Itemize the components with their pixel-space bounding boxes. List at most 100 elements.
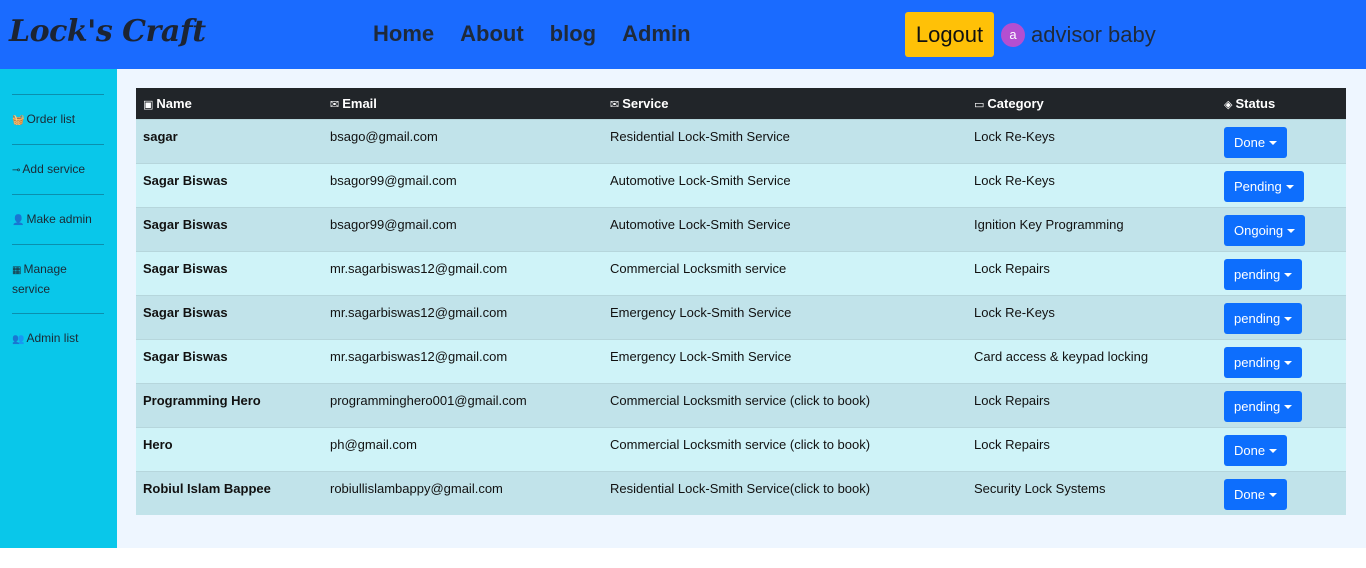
name-cell: Sagar Biswas bbox=[136, 162, 323, 207]
main-nav: Home About blog Admin bbox=[373, 21, 717, 47]
sidebar-item-label: Order list bbox=[26, 112, 76, 126]
category-icon: ▭ bbox=[974, 98, 985, 111]
manage-icon: ▦ bbox=[12, 265, 22, 276]
status-cell: pending bbox=[1217, 338, 1346, 383]
service-cell: Commercial Locksmith service (click to b… bbox=[603, 426, 967, 471]
col-category-header: ▭ Category bbox=[967, 88, 1217, 119]
status-label: Done bbox=[1234, 134, 1266, 150]
chevron-down-icon bbox=[1284, 361, 1293, 366]
status-label: Ongoing bbox=[1234, 222, 1284, 238]
name-cell: Sagar Biswas bbox=[136, 294, 323, 339]
status-icon: ◈ bbox=[1224, 98, 1233, 111]
basket-icon: 🧺 bbox=[12, 115, 25, 126]
category-cell: Lock Re-Keys bbox=[967, 162, 1217, 207]
service-cell: Automotive Lock-Smith Service bbox=[603, 206, 967, 251]
status-label: pending bbox=[1234, 266, 1281, 282]
sidebar-item-label: Make admin bbox=[26, 212, 92, 226]
nav-home-link[interactable]: Home bbox=[373, 21, 434, 47]
status-cell: pending bbox=[1217, 382, 1346, 427]
col-name-header: ▣ Name bbox=[136, 88, 323, 119]
service-cell: Residential Lock-Smith Service bbox=[603, 118, 967, 163]
chevron-down-icon bbox=[1284, 317, 1293, 322]
col-category-label: Category bbox=[987, 95, 1044, 111]
chevron-down-icon bbox=[1269, 141, 1278, 146]
status-cell: Ongoing bbox=[1217, 206, 1346, 251]
status-dropdown-button[interactable]: Done bbox=[1224, 478, 1288, 510]
status-cell: Done bbox=[1217, 118, 1346, 163]
sidebar: 🧺 Order list ⊸ Add service 👤 Make admin ▦ Manag… bbox=[0, 69, 117, 548]
chevron-down-icon bbox=[1287, 229, 1296, 234]
col-service-label: Service bbox=[622, 95, 669, 111]
table-row: Hero ph@gmail.com Commercial Locksmith ser… bbox=[136, 426, 1346, 471]
status-dropdown-button[interactable]: Pending bbox=[1224, 170, 1304, 202]
name-cell: Sagar Biswas bbox=[136, 338, 323, 383]
user-name: advisor baby bbox=[1031, 22, 1156, 47]
status-cell: Pending bbox=[1217, 162, 1346, 207]
service-cell: Commercial Locksmith service bbox=[603, 250, 967, 295]
status-label: pending bbox=[1234, 354, 1281, 370]
sidebar-item-make-admin[interactable]: 👤 Make admin bbox=[12, 194, 104, 244]
email-cell: bsagor99@gmail.com bbox=[323, 206, 603, 251]
col-status-header: ◈ Status bbox=[1217, 88, 1346, 119]
name-icon: ▣ bbox=[143, 98, 154, 111]
status-label: pending bbox=[1234, 398, 1281, 414]
nav-admin-link[interactable]: Admin bbox=[622, 21, 690, 47]
chevron-down-icon bbox=[1284, 405, 1293, 410]
chevron-down-icon bbox=[1269, 449, 1278, 454]
category-cell: Lock Repairs bbox=[967, 250, 1217, 295]
logout-button[interactable]: Logout bbox=[905, 12, 994, 57]
status-label: Done bbox=[1234, 442, 1266, 458]
status-dropdown-button[interactable]: Done bbox=[1224, 434, 1288, 466]
table-row: Sagar Biswas bsagor99@gmail.com Automotive… bbox=[136, 162, 1346, 207]
name-cell: Sagar Biswas bbox=[136, 250, 323, 295]
status-dropdown-button[interactable]: pending bbox=[1224, 258, 1303, 290]
status-label: pending bbox=[1234, 310, 1281, 326]
table-row: Sagar Biswas bsagor99@gmail.com Automotive… bbox=[136, 206, 1346, 251]
name-cell: Hero bbox=[136, 426, 323, 471]
status-dropdown-button[interactable]: pending bbox=[1224, 346, 1303, 378]
email-icon: ✉ bbox=[330, 98, 340, 111]
status-label: Pending bbox=[1234, 178, 1282, 194]
category-cell: Security Lock Systems bbox=[967, 470, 1217, 515]
email-cell: bsago@gmail.com bbox=[323, 118, 603, 163]
status-cell: Done bbox=[1217, 426, 1346, 471]
table-row: Sagar Biswas mr.sagarbiswas12@gmail.com Co… bbox=[136, 250, 1346, 295]
email-cell: programminghero001@gmail.com bbox=[323, 382, 603, 427]
avatar: a bbox=[1001, 23, 1025, 47]
col-email-header: ✉ Email bbox=[323, 88, 603, 119]
sidebar-item-order-list[interactable]: 🧺 Order list bbox=[12, 94, 104, 144]
nav-blog-link[interactable]: blog bbox=[550, 21, 596, 47]
name-cell: Robiul Islam Bappee bbox=[136, 470, 323, 515]
main-content: ▣ Name ✉ Email ✉ Service ▭ Category ◈ Status … bbox=[117, 69, 1366, 548]
brand-logo[interactable]: Lock's Craft bbox=[9, 14, 206, 49]
users-icon: 👥 bbox=[12, 334, 25, 345]
service-cell: Residential Lock-Smith Service(click to … bbox=[603, 470, 967, 515]
add-service-icon: ⊸ bbox=[12, 165, 21, 176]
sidebar-item-manage-service[interactable]: ▦ Manage service bbox=[12, 244, 104, 313]
name-cell: sagar bbox=[136, 118, 323, 163]
status-dropdown-button[interactable]: pending bbox=[1224, 302, 1303, 334]
category-cell: Card access & keypad locking bbox=[967, 338, 1217, 383]
orders-table: ▣ Name ✉ Email ✉ Service ▭ Category ◈ Status … bbox=[136, 88, 1346, 515]
email-cell: mr.sagarbiswas12@gmail.com bbox=[323, 250, 603, 295]
table-header-row: ▣ Name ✉ Email ✉ Service ▭ Category ◈ Status bbox=[136, 88, 1346, 119]
table-row: Programming Hero programminghero001@gmail… bbox=[136, 382, 1346, 427]
nav-about-link[interactable]: About bbox=[460, 21, 524, 47]
sidebar-item-admin-list[interactable]: 👥 Admin list bbox=[12, 313, 104, 363]
status-cell: pending bbox=[1217, 250, 1346, 295]
status-dropdown-button[interactable]: pending bbox=[1224, 390, 1303, 422]
service-cell: Automotive Lock-Smith Service bbox=[603, 162, 967, 207]
top-navbar: Lock's Craft Home About blog Admin Logou… bbox=[0, 0, 1366, 69]
category-cell: Lock Repairs bbox=[967, 382, 1217, 427]
table-row: sagar bsago@gmail.com Residential Lock-Smi… bbox=[136, 118, 1346, 163]
category-cell: Lock Repairs bbox=[967, 426, 1217, 471]
status-dropdown-button[interactable]: Ongoing bbox=[1224, 214, 1306, 246]
chevron-down-icon bbox=[1269, 493, 1278, 498]
table-row: Robiul Islam Bappee robiullislambappy@gma… bbox=[136, 470, 1346, 515]
category-cell: Lock Re-Keys bbox=[967, 294, 1217, 339]
status-dropdown-button[interactable]: Done bbox=[1224, 126, 1288, 158]
sidebar-item-add-service[interactable]: ⊸ Add service bbox=[12, 144, 104, 194]
status-cell: pending bbox=[1217, 294, 1346, 339]
email-cell: robiullislambappy@gmail.com bbox=[323, 470, 603, 515]
service-cell: Emergency Lock-Smith Service bbox=[603, 294, 967, 339]
